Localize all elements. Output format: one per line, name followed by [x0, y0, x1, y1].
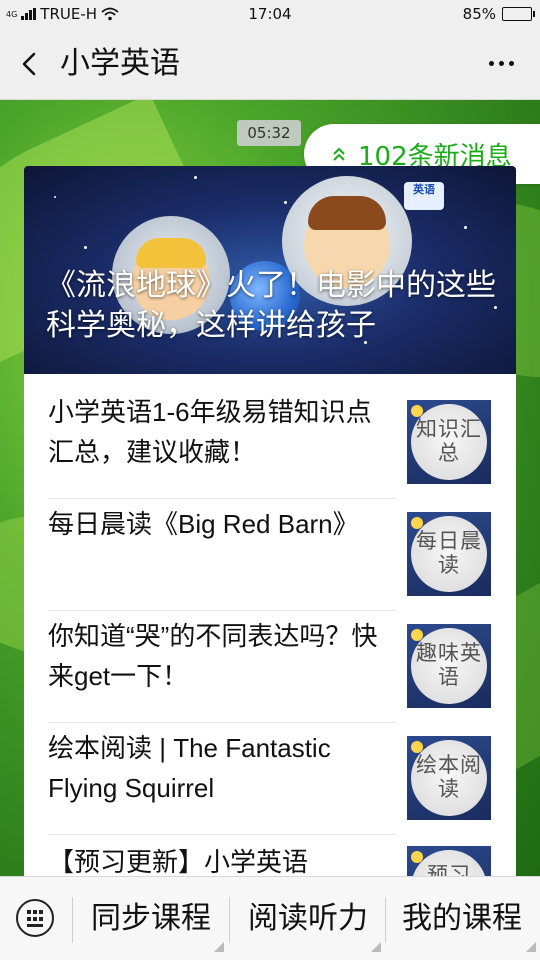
status-bar: 4G TRUE-H 17:04 85% — [0, 0, 540, 30]
page-title: 小学英语 — [60, 46, 180, 81]
article-item[interactable]: 每日晨读《Big Red Barn》 每日晨读 — [48, 504, 492, 596]
article-thumbnail: 知识汇总 — [407, 400, 491, 484]
article-item[interactable]: 绘本阅读 | The Fantastic Flying Squirrel 绘本阅… — [48, 728, 492, 820]
menu-reading-listening[interactable]: 阅读听力 — [233, 899, 383, 939]
divider — [48, 722, 396, 723]
article-thumbnail: 每日晨读 — [407, 512, 491, 596]
article-title: 每日晨读《Big Red Barn》 — [48, 509, 359, 539]
battery-status: 85% — [462, 5, 535, 23]
article-card[interactable]: 英语 《流浪地球》火了！电影中的这些科学奥秘，这样讲给孩子 小学英语1-6年级易… — [24, 166, 516, 886]
brand-logo: 英语 — [404, 182, 444, 210]
divider — [48, 834, 396, 835]
menu-sync-courses[interactable]: 同步课程 — [76, 899, 226, 939]
article-thumbnail: 趣味英语 — [407, 624, 491, 708]
article-thumbnail: 绘本阅读 — [407, 736, 491, 820]
article-item[interactable]: 小学英语1-6年级易错知识点汇总，建议收藏！ 知识汇总 — [48, 392, 492, 484]
article-title: 小学英语1-6年级易错知识点汇总，建议收藏！ — [48, 397, 372, 467]
battery-percent: 85% — [462, 5, 496, 23]
bottom-menu-bar: 同步课程 阅读听力 我的课程 — [0, 876, 540, 960]
menu-my-courses[interactable]: 我的课程 — [388, 899, 536, 939]
cover-article[interactable]: 英语 《流浪地球》火了！电影中的这些科学奥秘，这样讲给孩子 — [24, 166, 516, 374]
chevron-left-icon[interactable] — [18, 52, 42, 76]
double-chevron-up-icon — [333, 147, 345, 161]
cover-title: 《流浪地球》火了！电影中的这些科学奥秘，这样讲给孩子 — [46, 268, 496, 343]
divider — [48, 498, 396, 499]
keyboard-icon[interactable] — [16, 899, 54, 937]
article-title: 绘本阅读 | The Fantastic Flying Squirrel — [48, 733, 331, 803]
divider — [48, 610, 396, 611]
article-item[interactable]: 你知道“哭”的不同表达吗？快来get一下！ 趣味英语 — [48, 616, 492, 708]
battery-icon — [502, 7, 535, 21]
article-title: 你知道“哭”的不同表达吗？快来get一下！ — [48, 621, 378, 691]
message-timestamp: 05:32 — [237, 120, 301, 146]
more-dots-icon[interactable] — [489, 61, 514, 66]
title-bar: 小学英语 — [0, 30, 540, 100]
status-time: 17:04 — [248, 5, 292, 23]
